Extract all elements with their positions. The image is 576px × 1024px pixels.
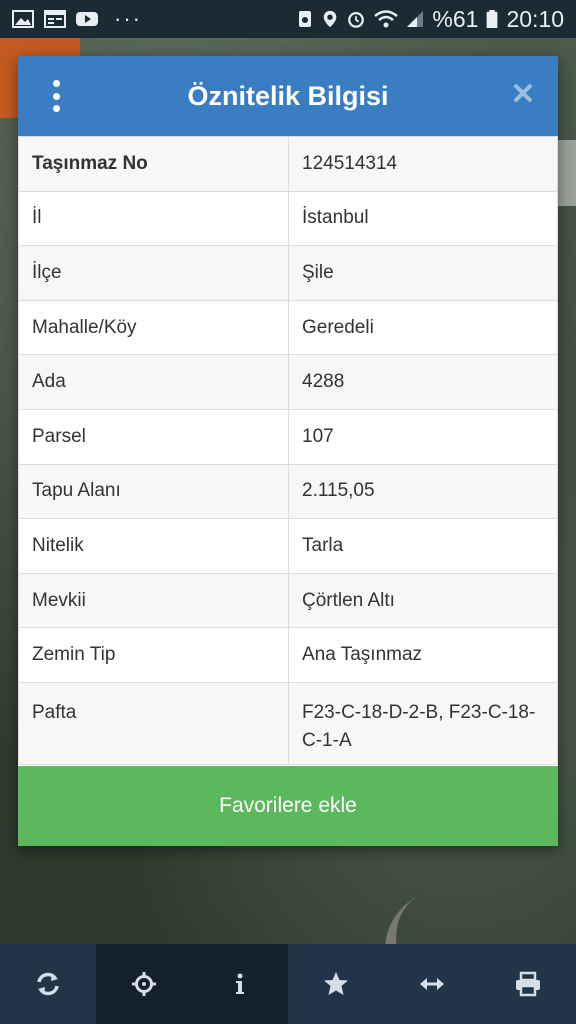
battery-icon: [487, 10, 498, 28]
attr-value: Geredeli: [288, 299, 558, 356]
recycle-icon: [299, 11, 312, 27]
dialog-header: Öznitelik Bilgisi ✕: [18, 56, 558, 136]
star-icon: [324, 972, 348, 995]
table-row: Pafta F23-C-18-D-2-B, F23-C-18-C-1-A: [18, 681, 558, 765]
table-row: Nitelik Tarla: [18, 518, 558, 574]
battery-percent: %61: [432, 5, 479, 32]
attr-key: Parsel: [18, 408, 289, 465]
crosshair-icon: [132, 972, 156, 996]
close-icon[interactable]: ✕: [508, 80, 538, 110]
attr-value: 4288: [288, 354, 558, 410]
attr-key: Mahalle/Köy: [18, 299, 289, 356]
print-icon: [516, 971, 540, 997]
attr-value: F23-C-18-D-2-B, F23-C-18-C-1-A: [288, 681, 558, 765]
attr-key: Zemin Tip: [18, 627, 289, 683]
locate-button[interactable]: [96, 944, 192, 1024]
refresh-icon: [37, 972, 59, 996]
table-row: Tapu Alanı 2.115,05: [18, 463, 558, 520]
image-icon: [12, 10, 34, 28]
table-row: Zemin Tip Ana Taşınmaz: [18, 627, 558, 683]
attr-key: Tapu Alanı: [18, 463, 289, 520]
attr-value: 124514314: [288, 136, 558, 192]
table-row: Taşınmaz No 124514314: [18, 136, 558, 192]
attr-key: Nitelik: [18, 518, 289, 574]
add-favorite-button[interactable]: Favorilere ekle: [18, 766, 558, 846]
favorites-button[interactable]: [288, 944, 384, 1024]
info-button[interactable]: [192, 944, 288, 1024]
attr-key: Ada: [18, 354, 289, 410]
table-row: Parsel 107: [18, 408, 558, 465]
attr-value: 2.115,05: [288, 463, 558, 520]
attr-value: İstanbul: [288, 190, 558, 247]
attr-value: 107: [288, 408, 558, 465]
signal-icon: [407, 11, 424, 27]
bottom-toolbar: [0, 944, 576, 1024]
table-row: İlçe Şile: [18, 245, 558, 301]
attr-value: Çörtlen Altı: [288, 572, 558, 629]
measure-button[interactable]: [384, 944, 480, 1024]
attribute-table: Taşınmaz No 124514314 İl İstanbul İlçe Ş…: [18, 136, 558, 765]
youtube-icon: [76, 12, 98, 26]
location-icon: [324, 10, 337, 28]
attr-value: Şile: [288, 245, 558, 301]
attr-value: Ana Taşınmaz: [288, 627, 558, 683]
attribute-dialog: Öznitelik Bilgisi ✕ Taşınmaz No 12451431…: [18, 56, 558, 846]
attr-key: Pafta: [18, 681, 289, 765]
table-row: İl İstanbul: [18, 190, 558, 247]
attr-key: Mevkii: [18, 572, 289, 629]
table-row: Ada 4288: [18, 354, 558, 410]
alarm-icon: [348, 12, 365, 28]
more-vert-icon[interactable]: [46, 80, 66, 112]
dialog-title: Öznitelik Bilgisi: [187, 80, 389, 111]
info-icon: [236, 973, 244, 994]
attr-key: İlçe: [18, 245, 289, 301]
status-bar: ··· %61 20:10: [0, 0, 576, 38]
attr-value: Tarla: [288, 518, 558, 574]
clock: 20:10: [506, 5, 564, 32]
wifi-icon: [374, 10, 399, 28]
table-row: Mevkii Çörtlen Altı: [18, 572, 558, 629]
attr-key: Taşınmaz No: [18, 136, 289, 192]
calendar-icon: [44, 10, 66, 28]
map-control-edge: [558, 140, 576, 206]
notification-overflow: ···: [114, 6, 142, 31]
print-button[interactable]: [480, 944, 576, 1024]
attr-key: İl: [18, 190, 289, 247]
measure-icon: [420, 978, 444, 990]
refresh-button[interactable]: [0, 944, 96, 1024]
table-row: Mahalle/Köy Geredeli: [18, 299, 558, 356]
